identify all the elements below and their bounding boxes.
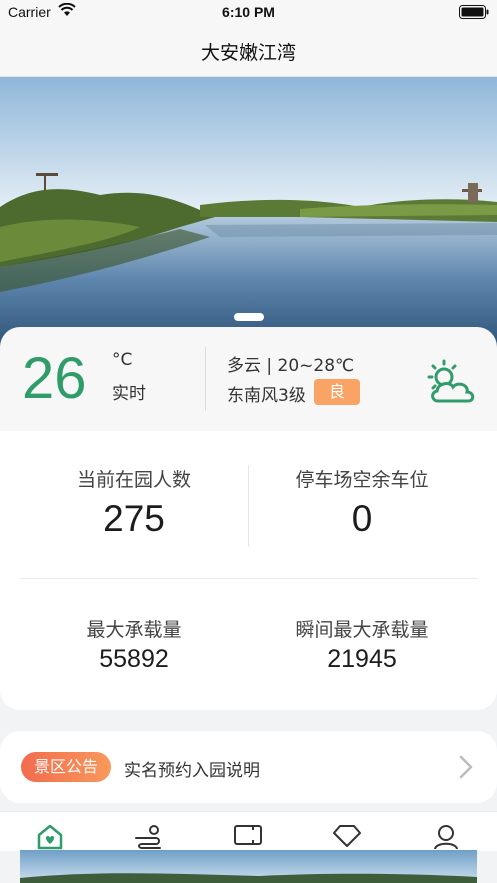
parking-value: 0 [351,498,373,539]
air-quality-badge: 良 [314,379,360,405]
navigation-bar: 大安嫩江湾 [0,24,497,77]
page-title: 大安嫩江湾 [200,42,296,64]
chevron-right-icon [459,755,473,783]
max-capacity-value: 55892 [99,645,169,673]
announcement-row[interactable]: 景区公告 实名预约入园说明 [0,731,497,803]
weather-card: 26 °C 实时 多云 | 20~28℃ 东南风3级 良 [0,327,497,431]
visitors-label: 当前在园人数 [76,469,191,491]
instant-capacity-value: 21945 [327,645,397,673]
clock: 6:10 PM [222,4,275,20]
divider [205,347,206,411]
max-capacity-label: 最大承载量 [86,619,182,641]
instant-capacity-label: 瞬间最大承载量 [295,619,429,641]
hero-banner-image[interactable] [0,77,497,347]
weather-condition: 多云 | 20~28℃ [227,356,355,376]
visitor-stats-card: 当前在园人数 275 停车场空余车位 0 最大承载量 55892 瞬间最大承载量… [0,431,497,710]
battery-icon [459,5,489,19]
partly-cloudy-icon [424,359,478,409]
parking-label: 停车场空余车位 [295,469,429,491]
announcement-badge: 景区公告 [21,752,111,782]
realtime-label: 实时 [112,384,146,404]
visitors-value: 275 [103,498,165,539]
status-bar: Carrier 6:10 PM [0,0,497,24]
wind-info: 东南风3级 [227,386,306,406]
tab-bar [0,811,497,851]
temperature-value: 26 [22,346,87,411]
temperature-unit: °C [112,350,133,370]
announcement-text[interactable]: 实名预约入园说明 [124,756,260,781]
feature-image[interactable] [20,850,477,883]
divider [20,578,477,579]
carousel-indicator[interactable] [234,313,264,321]
